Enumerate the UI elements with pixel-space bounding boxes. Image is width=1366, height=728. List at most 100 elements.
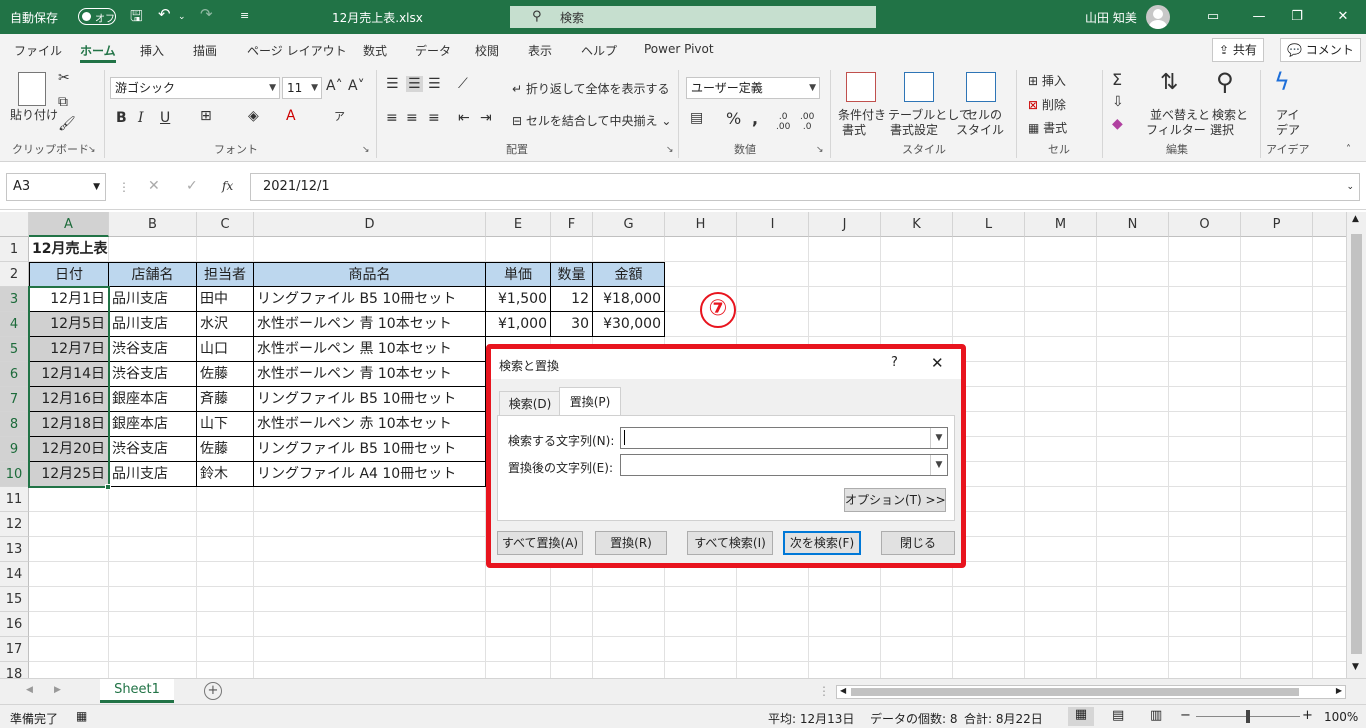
row-header-9[interactable]: 9 (0, 437, 29, 462)
tab-power-pivot[interactable]: Power Pivot (644, 42, 714, 56)
col-header-b[interactable]: B (109, 212, 197, 237)
table-cell[interactable]: 12月14日 (29, 361, 109, 387)
tab-replace[interactable]: 置換(P) (559, 387, 621, 416)
next-sheet-icon[interactable]: ▶ (54, 685, 61, 695)
autosum-icon[interactable]: Σ (1112, 70, 1122, 89)
page-break-view-icon[interactable]: ▥ (1150, 708, 1162, 723)
replace-input[interactable]: ▼ (620, 454, 948, 476)
table-cell[interactable]: 12月20日 (29, 436, 109, 462)
formula-input[interactable]: 2021/12/1 ⌄ (250, 173, 1360, 201)
paste-icon[interactable] (18, 72, 46, 106)
table-cell[interactable]: 品川支店 (108, 286, 197, 312)
table-cell[interactable]: ¥1,000 (485, 311, 551, 337)
table-cell[interactable]: 12月25日 (29, 461, 109, 487)
col-header-n[interactable]: N (1097, 212, 1169, 237)
row-header-6[interactable]: 6 (0, 362, 29, 387)
table-cell[interactable]: 渋谷支店 (108, 361, 197, 387)
row-header-18[interactable]: 18 (0, 662, 29, 678)
find-select-icon[interactable]: ⚲ (1216, 68, 1234, 96)
table-cell[interactable]: 12月5日 (29, 311, 109, 337)
insert-function-icon[interactable]: fx (222, 179, 233, 193)
bold-button[interactable]: B (116, 110, 127, 126)
tab-view[interactable]: 表示 (528, 42, 552, 59)
table-cell[interactable]: 水性ボールペン 青 10本セット (253, 311, 486, 337)
col-header-m[interactable]: M (1025, 212, 1097, 237)
table-cell[interactable]: ¥18,000 (592, 286, 665, 312)
italic-button[interactable]: I (138, 110, 144, 126)
save-icon[interactable]: 🖫 (130, 6, 143, 31)
expand-formula-icon[interactable]: ⌄ (1346, 174, 1354, 200)
scroll-right-icon[interactable]: ▶ (1336, 686, 1342, 695)
row-header-1[interactable]: 1 (0, 237, 29, 262)
scroll-thumb[interactable] (1351, 234, 1362, 654)
scroll-up-icon[interactable]: ▲ (1352, 214, 1359, 224)
table-cell[interactable]: 銀座本店 (108, 411, 197, 437)
add-sheet-button[interactable]: + (204, 682, 222, 700)
table-cell[interactable]: 斉藤 (196, 386, 254, 412)
search-box[interactable]: ⚲ 検索 (510, 6, 876, 28)
status-sum[interactable]: 合計: 8月22日 (964, 710, 1043, 727)
increase-indent-icon[interactable]: ⇥ (480, 110, 492, 126)
wrap-text-button[interactable]: ↵ 折り返して全体を表示する (512, 80, 670, 97)
table-cell[interactable]: リングファイル B5 10冊セット (253, 286, 486, 312)
comment-button[interactable]: 💬 コメント (1280, 38, 1361, 62)
conditional-format-label-2[interactable]: 書式 (842, 121, 866, 138)
col-header-i[interactable]: I (737, 212, 809, 237)
align-top-icon[interactable]: ☰ (386, 76, 399, 92)
font-name-select[interactable]: 游ゴシック ▼ (110, 77, 280, 99)
format-table-icon[interactable] (904, 72, 934, 102)
col-header-k[interactable]: K (881, 212, 953, 237)
normal-view-icon[interactable]: ▦ (1068, 707, 1094, 726)
ribbon-display-icon[interactable]: ▭ (1190, 0, 1236, 34)
increase-font-icon[interactable]: A˄ (326, 78, 343, 94)
table-cell[interactable]: 田中 (196, 286, 254, 312)
row-header-17[interactable]: 17 (0, 637, 29, 662)
tab-formulas[interactable]: 数式 (363, 42, 387, 59)
col-header-l[interactable]: L (953, 212, 1025, 237)
undo-icon[interactable]: ↶ (158, 5, 171, 23)
table-cell[interactable]: 水性ボールペン 黒 10本セット (253, 336, 486, 362)
col-header-g[interactable]: G (593, 212, 665, 237)
cell-styles-icon[interactable] (966, 72, 996, 102)
prev-sheet-icon[interactable]: ◀ (26, 685, 33, 695)
user-avatar[interactable] (1146, 5, 1170, 29)
tab-file[interactable]: ファイル (14, 42, 62, 59)
zoom-slider-thumb[interactable] (1246, 710, 1250, 723)
format-painter-icon[interactable]: 🖌 (58, 116, 76, 132)
col-header-e[interactable]: E (486, 212, 551, 237)
status-average[interactable]: 平均: 12月13日 (768, 710, 854, 727)
table-cell[interactable]: リングファイル B5 10冊セット (253, 436, 486, 462)
close-window-icon[interactable]: ✕ (1320, 0, 1366, 34)
col-header-a[interactable]: A (29, 212, 109, 237)
row-header-14[interactable]: 14 (0, 562, 29, 587)
cut-icon[interactable]: ✂ (58, 70, 70, 86)
table-cell[interactable]: 渋谷支店 (108, 436, 197, 462)
col-header-j[interactable]: J (809, 212, 881, 237)
row-header-11[interactable]: 11 (0, 487, 29, 512)
currency-icon[interactable]: ▤ (690, 110, 703, 126)
fill-color-icon[interactable]: ◈ (248, 108, 259, 124)
phonetic-icon[interactable]: ア (334, 108, 345, 124)
table-cell[interactable]: ¥1,500 (485, 286, 551, 312)
alignment-launcher-icon[interactable]: ↘ (666, 145, 674, 155)
table-cell[interactable]: リングファイル B5 10冊セット (253, 386, 486, 412)
align-bottom-icon[interactable]: ☰ (428, 76, 441, 92)
underline-button[interactable]: U (160, 110, 170, 126)
h-scroll-thumb[interactable] (851, 688, 1299, 696)
name-box[interactable]: A3 ▼ (6, 173, 106, 201)
tab-insert[interactable]: 挿入 (140, 42, 164, 59)
sort-filter-icon[interactable]: ⇅ (1160, 70, 1178, 95)
share-button[interactable]: ⇪ 共有 (1212, 38, 1264, 62)
number-format-select[interactable]: ユーザー定義 ▼ (686, 77, 820, 99)
font-size-select[interactable]: 11 ▼ (282, 77, 322, 99)
collapse-ribbon-icon[interactable]: ˄ (1346, 144, 1351, 155)
table-cell[interactable]: 12月16日 (29, 386, 109, 412)
header-cell[interactable]: 金額 (592, 262, 665, 287)
table-cell[interactable]: ¥30,000 (592, 311, 665, 337)
row-header-3[interactable]: 3 (0, 287, 29, 312)
tab-help[interactable]: ヘルプ (581, 42, 617, 59)
table-cell[interactable]: 品川支店 (108, 311, 197, 337)
undo-dropdown-icon[interactable]: ⌄ (178, 12, 186, 22)
col-header-h[interactable]: H (665, 212, 737, 237)
decrease-indent-icon[interactable]: ⇤ (458, 110, 470, 126)
